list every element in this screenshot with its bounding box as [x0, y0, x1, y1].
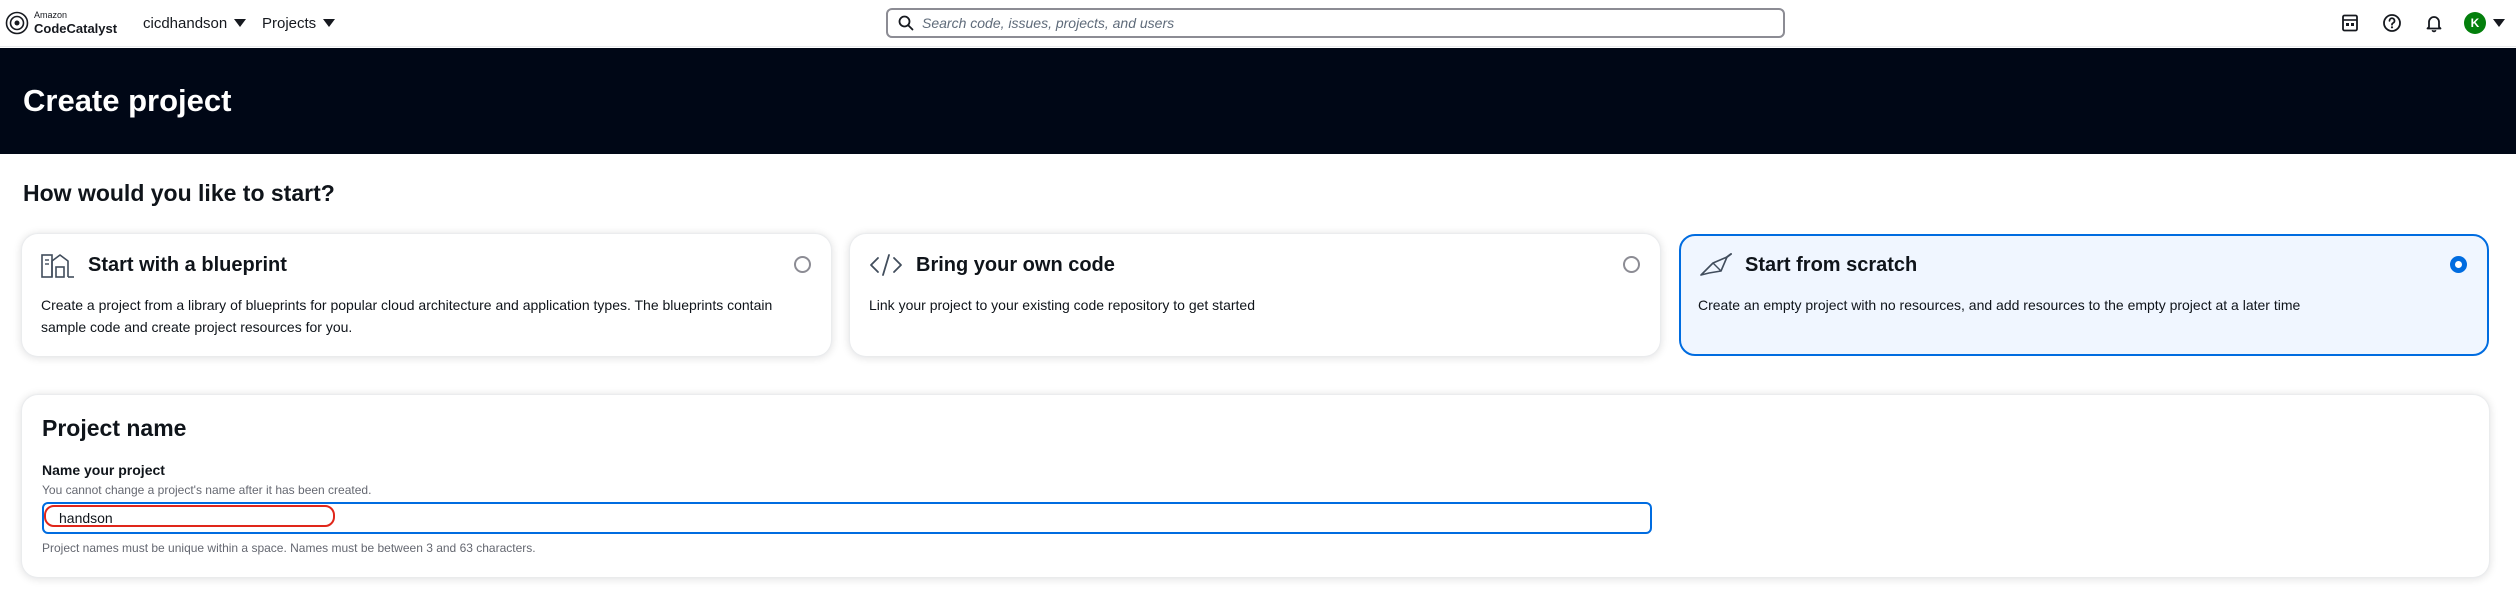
project-name-label: Name your project: [42, 462, 165, 478]
option-title: Bring your own code: [916, 254, 1115, 276]
user-menu[interactable]: K: [2464, 12, 2505, 34]
project-name-input[interactable]: [42, 502, 1652, 534]
help-button[interactable]: [2381, 12, 2403, 34]
projects-dropdown-label: Projects: [262, 14, 317, 32]
option-radio-selected[interactable]: [2450, 256, 2467, 273]
global-search[interactable]: [886, 8, 1785, 38]
help-icon: [2383, 14, 2401, 32]
top-navigation: Amazon CodeCatalyst cicdhandson Projects: [0, 0, 2516, 47]
chevron-down-icon: [323, 19, 336, 27]
codecatalyst-logo-icon: [5, 11, 29, 35]
project-name-panel: Project name Name your project You canno…: [22, 395, 2489, 577]
page-header: Create project: [0, 48, 2516, 154]
option-description: Create an empty project with no resource…: [1698, 297, 2301, 313]
chevron-down-icon: [234, 19, 247, 27]
notifications-button[interactable]: [2423, 12, 2445, 34]
option-description: Create a project from a library of bluep…: [41, 297, 773, 335]
project-name-description: You cannot change a project's name after…: [42, 483, 372, 497]
logo-text: Amazon CodeCatalyst: [34, 10, 118, 36]
option-description: Link your project to your existing code …: [869, 297, 1255, 313]
building-icon: [2342, 14, 2358, 32]
codecatalyst-logo[interactable]: Amazon CodeCatalyst: [5, 9, 117, 37]
avatar: K: [2464, 12, 2486, 34]
page-title: Create project: [23, 83, 232, 118]
search-icon: [898, 15, 914, 31]
option-title: Start with a blueprint: [88, 254, 287, 276]
trowel-icon: [1700, 253, 1732, 276]
option-tile-scratch[interactable]: Start from scratch Create an empty proje…: [1679, 234, 2489, 356]
logo-amazon-text: Amazon: [34, 10, 68, 20]
option-title: Start from scratch: [1745, 254, 1918, 276]
chevron-down-icon: [2493, 19, 2505, 27]
space-dropdown[interactable]: cicdhandson: [143, 13, 247, 33]
logo-product-text: CodeCatalyst: [34, 21, 118, 36]
project-name-heading: Project name: [42, 415, 187, 441]
project-name-constraint: Project names must be unique within a sp…: [42, 541, 536, 555]
projects-dropdown[interactable]: Projects: [262, 13, 336, 33]
dev-environments-button[interactable]: [2339, 12, 2361, 34]
option-tile-blueprint[interactable]: Start with a blueprint Create a project …: [22, 234, 831, 356]
option-tile-own-code[interactable]: Bring your own code Link your project to…: [850, 234, 1660, 356]
option-radio[interactable]: [794, 256, 811, 273]
space-dropdown-label: cicdhandson: [143, 14, 228, 32]
search-input[interactable]: [922, 15, 1762, 31]
bell-icon: [2426, 16, 2442, 33]
start-options-heading: How would you like to start?: [23, 180, 335, 206]
option-radio[interactable]: [1623, 256, 1640, 273]
code-icon: [870, 254, 902, 276]
blueprint-icon: [41, 254, 74, 278]
